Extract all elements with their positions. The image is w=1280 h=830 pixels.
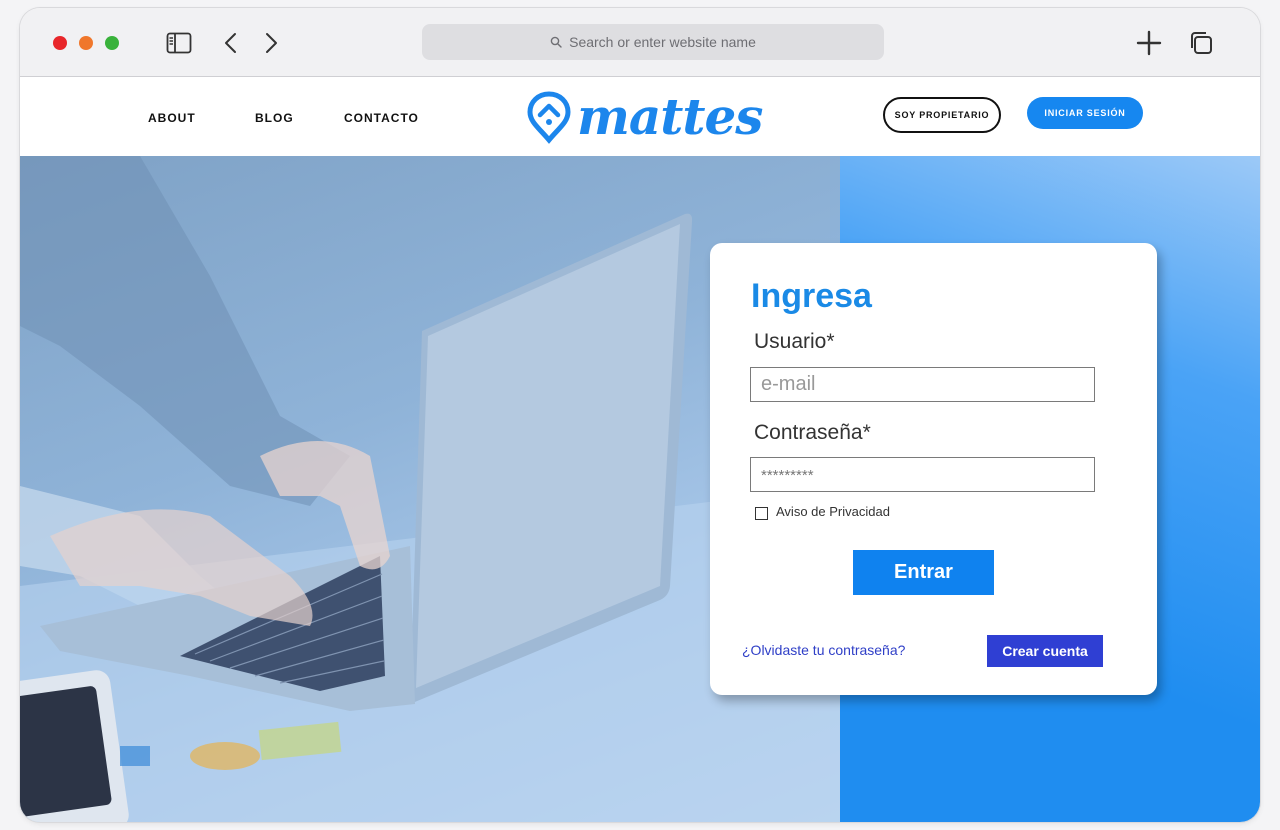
logo-wordmark: mattes (577, 87, 763, 146)
forward-arrow-icon[interactable] (258, 30, 284, 56)
browser-window: Search or enter website name ABOUT BLOG … (20, 8, 1260, 822)
nav-about-link[interactable]: ABOUT (148, 111, 196, 125)
privacy-checkbox[interactable] (755, 507, 768, 520)
location-pin-home-icon (527, 91, 571, 144)
search-icon (550, 36, 562, 48)
address-bar-placeholder: Search or enter website name (569, 34, 756, 50)
soy-propietario-button[interactable]: SOY PROPIETARIO (883, 97, 1001, 133)
nav-blog-link[interactable]: BLOG (255, 111, 294, 125)
password-field[interactable] (750, 457, 1095, 492)
entrar-button[interactable]: Entrar (853, 550, 994, 595)
maximize-window-button[interactable] (105, 36, 119, 50)
contrasena-label: Contraseña* (754, 421, 871, 444)
minimize-window-button[interactable] (79, 36, 93, 50)
sidebar-toggle-icon[interactable] (166, 30, 192, 56)
usuario-label: Usuario* (754, 330, 835, 353)
site-header: ABOUT BLOG CONTACTO mattes SOY PROPIETAR… (20, 77, 1260, 156)
iniciar-sesion-button[interactable]: INICIAR SESIÓN (1027, 97, 1143, 129)
browser-toolbar: Search or enter website name (20, 8, 1260, 77)
login-card: Ingresa Usuario* Contraseña* Aviso de Pr… (710, 243, 1157, 695)
site-logo[interactable]: mattes (525, 87, 763, 146)
forgot-password-link[interactable]: ¿Olvidaste tu contraseña? (742, 642, 905, 658)
address-bar[interactable]: Search or enter website name (422, 24, 884, 60)
new-tab-plus-icon[interactable] (1136, 30, 1162, 56)
crear-cuenta-button[interactable]: Crear cuenta (987, 635, 1103, 667)
nav-contacto-link[interactable]: CONTACTO (344, 111, 419, 125)
tab-overview-icon[interactable] (1188, 30, 1214, 56)
privacy-checkbox-label: Aviso de Privacidad (776, 504, 890, 519)
hero-section: Ingresa Usuario* Contraseña* Aviso de Pr… (20, 156, 1260, 822)
back-arrow-icon[interactable] (218, 30, 244, 56)
close-window-button[interactable] (53, 36, 67, 50)
email-field[interactable] (750, 367, 1095, 402)
login-title: Ingresa (751, 277, 872, 315)
